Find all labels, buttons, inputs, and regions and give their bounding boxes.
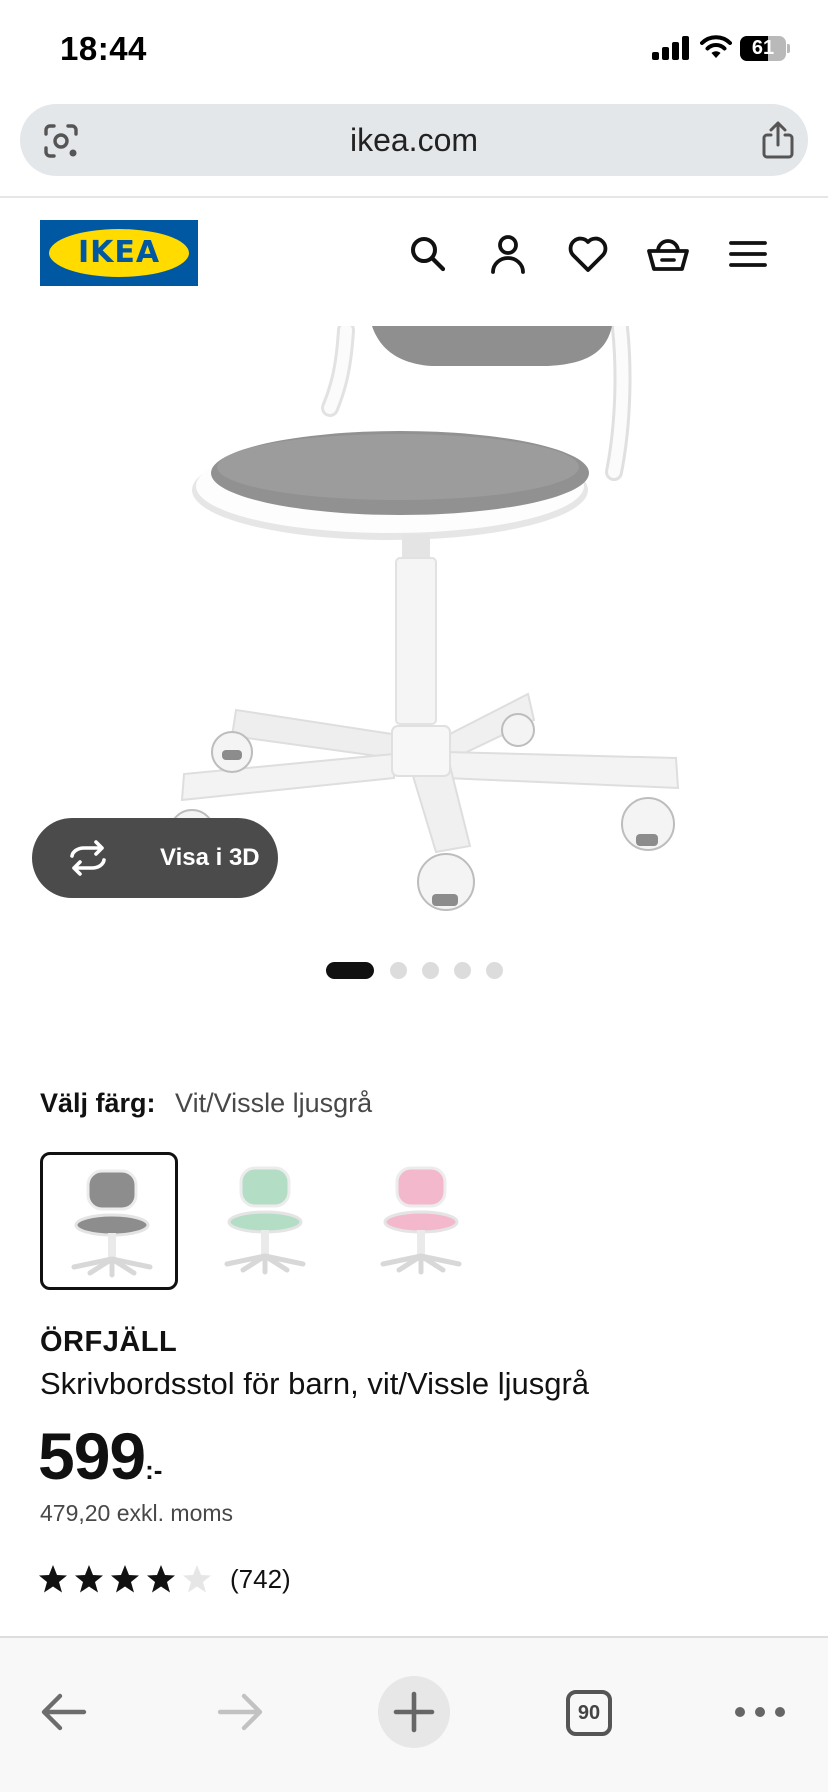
browser-toolbar: 90 [0,1636,828,1792]
divider [0,196,828,198]
color-swatch-pink[interactable] [352,1152,490,1290]
new-tab-button[interactable] [378,1676,450,1748]
chair-thumbnail [71,1169,153,1278]
view-3d-label: Visa i 3D [160,844,260,871]
signal-icon [652,36,690,60]
new-tab-icon [393,1691,435,1733]
star-icon [147,1565,175,1593]
tabs-button[interactable]: 90 [552,1676,624,1748]
wishlist-icon[interactable] [566,232,610,276]
share-icon[interactable] [760,120,796,160]
ikea-logo[interactable]: IKEA [40,220,198,286]
status-time: 18:44 [60,30,147,67]
view-3d-button[interactable]: Visa i 3D [32,818,278,898]
forward-arrow-icon[interactable] [204,1676,276,1748]
logo-text: IKEA [77,235,161,270]
url-text[interactable]: ikea.com [20,104,808,176]
selected-color-value: Vit/Vissle ljusgrå [175,1088,373,1118]
color-label: Välj färg: [40,1088,156,1118]
tabs-icon: 90 [566,1690,612,1736]
price-value: 599 [38,1419,146,1493]
wifi-icon [700,35,732,58]
account-icon[interactable] [486,232,530,276]
back-arrow-icon[interactable] [28,1676,100,1748]
chair-thumbnail [380,1166,462,1275]
pager-dot-2[interactable] [390,962,407,979]
battery-icon: 61 [740,36,790,61]
search-icon[interactable] [406,232,450,276]
star-icon [111,1565,139,1593]
more-icon[interactable] [724,1676,796,1748]
menu-icon[interactable] [726,232,770,276]
product-price: 599:- [38,1418,162,1498]
product-description: Skrivbordsstol för barn, vit/Vissle ljus… [40,1366,590,1401]
address-bar[interactable]: ikea.com [20,104,808,176]
product-name: ÖRFJÄLL [40,1326,178,1358]
rating-stars[interactable] [38,1564,218,1598]
star-icon [39,1565,67,1593]
color-selector-row: Välj färg: Vit/Vissle ljusgrå [40,1088,372,1124]
battery-percent: 61 [751,37,775,59]
pager-dot-1[interactable] [326,962,374,979]
pager-dot-4[interactable] [454,962,471,979]
price-suffix: :- [145,1455,163,1485]
star-empty-icon [183,1565,211,1593]
cart-icon[interactable] [646,232,690,276]
chair-thumbnail [224,1166,306,1275]
status-bar: 18:44 61 [0,0,828,100]
color-swatch-green[interactable] [196,1152,334,1290]
pager-dot-3[interactable] [422,962,439,979]
star-icon [75,1565,103,1593]
pager-dot-5[interactable] [486,962,503,979]
review-count[interactable]: (742) [230,1564,291,1595]
color-swatch-gray[interactable] [40,1152,178,1290]
price-excl-vat: 479,20 exkl. moms [40,1500,234,1526]
rotate-3d-icon [70,840,106,876]
